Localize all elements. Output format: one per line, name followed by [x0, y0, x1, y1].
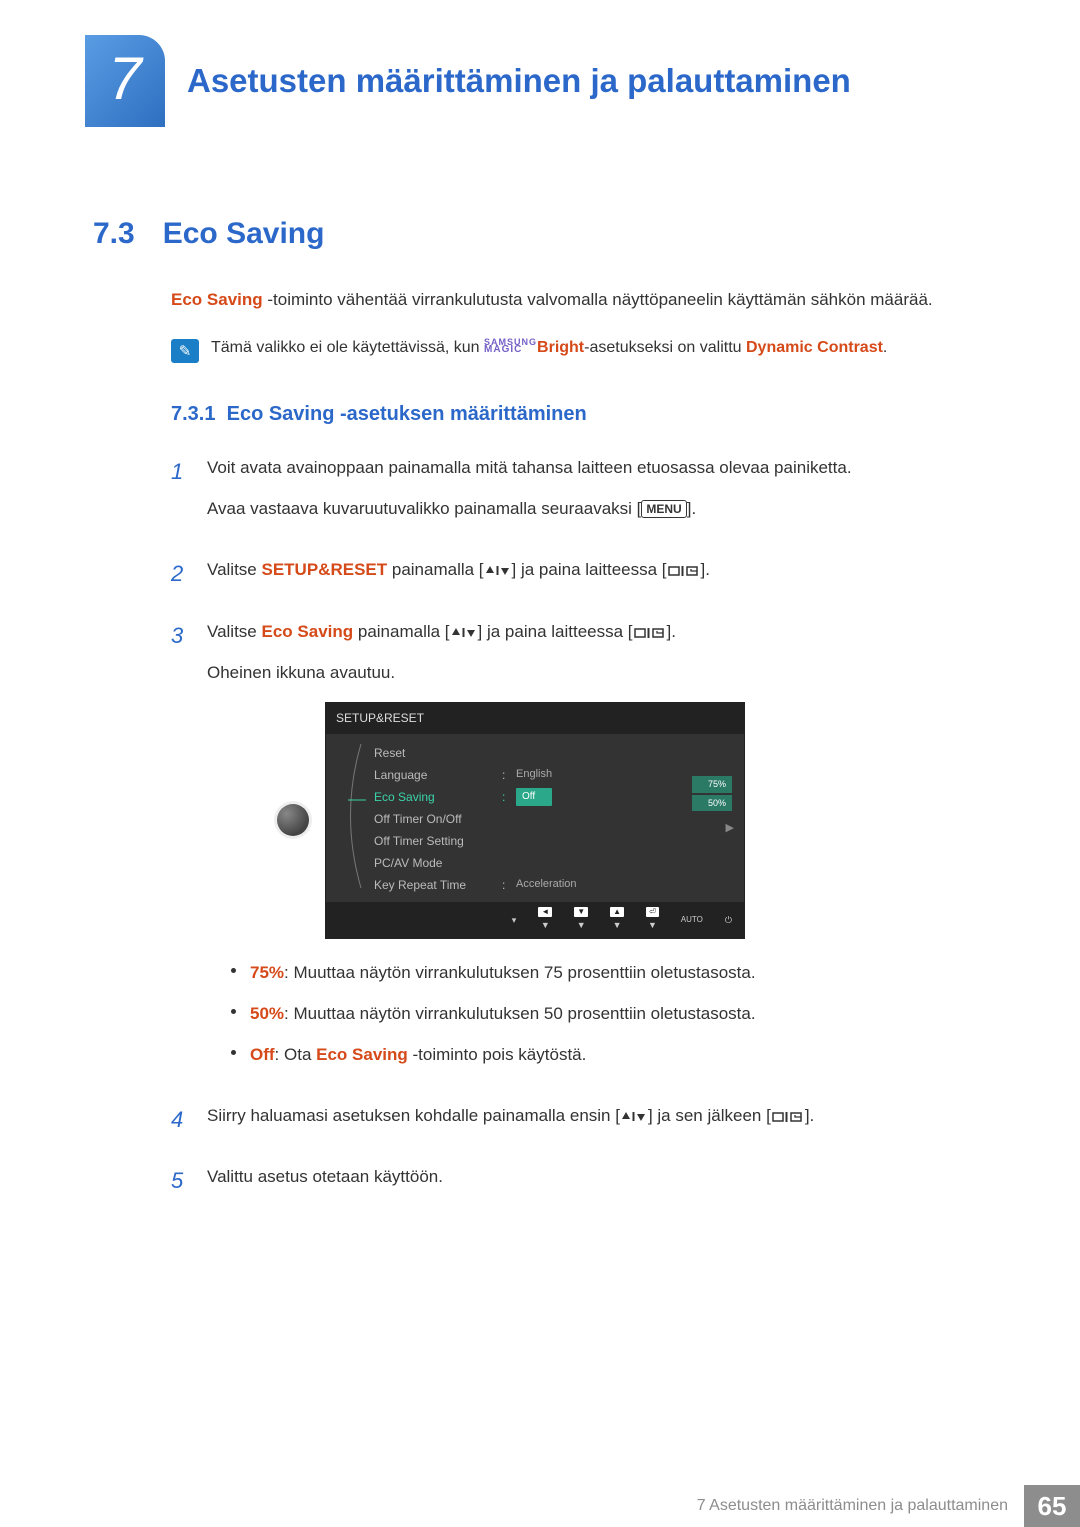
intro-rest: -toiminto vähentää virrankulutusta valvo… — [263, 290, 933, 309]
note-text: Tämä valikko ei ole käytettävissä, kun S… — [211, 339, 887, 363]
step-3: 3 Valitse Eco Saving painamalla [] ja pa… — [171, 618, 995, 1083]
step-list: 1 Voit avata avainoppaan painamalla mitä… — [171, 454, 995, 1204]
step-number-4: 4 — [171, 1102, 185, 1143]
osd-row-pcav: PC/AV Mode — [374, 852, 734, 874]
samsung-magic-label: SAMSUNGMAGIC — [484, 339, 537, 354]
osd-row-reset: Reset — [374, 742, 734, 764]
step-3-text: Valitse Eco Saving painamalla [] ja pain… — [207, 618, 995, 645]
osd-tag-75: 75% — [692, 776, 732, 792]
chapter-title: Asetusten määrittäminen ja palauttaminen — [187, 62, 851, 100]
step-number-2: 2 — [171, 556, 185, 597]
osd-foot-btn-left: ◄▼ — [538, 907, 552, 932]
up-down-icon — [450, 622, 478, 641]
osd-row-eco-saving: Eco Saving:Off — [374, 786, 734, 808]
note-icon: ✎ — [171, 339, 199, 363]
step-5-text: Valittu asetus otetaan käyttöön. — [207, 1163, 995, 1190]
section-number: 7.3 — [93, 217, 135, 250]
source-enter-icon — [771, 1106, 805, 1125]
step-4-text: Siirry haluamasi asetuksen kohdalle pain… — [207, 1102, 995, 1129]
source-enter-icon — [667, 560, 701, 579]
chapter-number-badge: 7 — [85, 35, 165, 127]
osd-tag-50: 50% — [692, 795, 732, 811]
intro-eco-saving: Eco Saving — [171, 290, 263, 309]
osd-window: SETUP&RESET 75% 50% — [325, 702, 745, 939]
subsection-heading: 7.3.1 Eco Saving -asetuksen määrittämine… — [171, 403, 995, 426]
option-bullets: 75%: Muuttaa näytön virrankulutuksen 75 … — [231, 959, 995, 1069]
step-2: 2 Valitse SETUP&RESET painamalla [] ja p… — [171, 556, 995, 597]
step-number-5: 5 — [171, 1163, 185, 1204]
note-block: ✎ Tämä valikko ei ole käytettävissä, kun… — [171, 339, 995, 363]
step-2-text: Valitse SETUP&RESET painamalla [] ja pai… — [207, 556, 995, 583]
osd-option-tags: 75% 50% — [692, 776, 732, 811]
subsection-title: Eco Saving -asetuksen määrittäminen — [227, 403, 587, 425]
subsection-number: 7.3.1 — [171, 403, 215, 425]
osd-screenshot: SETUP&RESET 75% 50% — [277, 702, 995, 939]
osd-foot-btn-up: ▲▼ — [610, 907, 624, 932]
step-5: 5 Valittu asetus otetaan käyttöön. — [171, 1163, 995, 1204]
jog-knob-icon — [277, 804, 309, 836]
page-footer: 7 Asetusten määrittäminen ja palauttamin… — [697, 1485, 1080, 1527]
osd-foot-left-icon: ▾ — [512, 913, 517, 927]
source-enter-icon — [633, 622, 667, 641]
bullet-75: 75%: Muuttaa näytön virrankulutuksen 75 … — [231, 959, 995, 986]
note-mid: -asetukseksi on valittu — [584, 339, 746, 356]
osd-arc-decoration — [336, 740, 366, 890]
bullet-off: Off: Ota Eco Saving -toiminto pois käytö… — [231, 1041, 995, 1068]
osd-foot-btn-enter: ⏎▼ — [646, 907, 659, 932]
note-bright: Bright — [537, 339, 584, 356]
osd-foot-power-icon: ⏻ — [725, 913, 732, 927]
step-number-1: 1 — [171, 454, 185, 536]
osd-row-off-timer-setting: Off Timer Setting — [374, 830, 734, 852]
osd-foot-btn-down: ▼▼ — [574, 907, 588, 932]
setup-reset-label: SETUP&RESET — [262, 560, 388, 579]
note-dynamic-contrast: Dynamic Contrast — [746, 339, 883, 356]
page-number: 65 — [1024, 1485, 1080, 1527]
eco-saving-label: Eco Saving — [262, 622, 354, 641]
osd-title: SETUP&RESET — [326, 703, 744, 734]
osd-foot-auto: AUTO — [681, 914, 703, 927]
step-1-line-1: Voit avata avainoppaan painamalla mitä t… — [207, 454, 995, 481]
menu-button-label: MENU — [641, 500, 686, 518]
bullet-50: 50%: Muuttaa näytön virrankulutuksen 50 … — [231, 1000, 995, 1027]
section-title: Eco Saving — [163, 217, 325, 250]
step-4: 4 Siirry haluamasi asetuksen kohdalle pa… — [171, 1102, 995, 1143]
note-pre: Tämä valikko ei ole käytettävissä, kun — [211, 339, 484, 356]
footer-chapter-ref: 7 Asetusten määrittäminen ja palauttamin… — [697, 1497, 1008, 1515]
osd-row-key-repeat: Key Repeat Time:Acceleration — [374, 874, 734, 896]
page-header: 7 Asetusten määrittäminen ja palauttamin… — [85, 35, 995, 127]
osd-row-language: Language:English — [374, 764, 734, 786]
step-1-line-2: Avaa vastaava kuvaruutuvalikko painamall… — [207, 495, 995, 522]
section-intro: Eco Saving -toiminto vähentää virrankulu… — [171, 289, 995, 311]
step-1: 1 Voit avata avainoppaan painamalla mitä… — [171, 454, 995, 536]
step-3-followup: Oheinen ikkuna avautuu. — [207, 659, 995, 686]
osd-arrow-right-icon: ▶ — [726, 820, 734, 838]
step-number-3: 3 — [171, 618, 185, 1083]
osd-row-off-timer-onoff: Off Timer On/Off — [374, 808, 734, 830]
section-heading: 7.3 Eco Saving — [93, 217, 995, 251]
up-down-icon — [620, 1106, 648, 1125]
osd-footer: ▾ ◄▼ ▼▼ ▲▼ ⏎▼ AUTO ⏻ — [326, 902, 744, 937]
up-down-icon — [484, 560, 512, 579]
note-end: . — [883, 339, 887, 356]
osd-off-chip: Off — [516, 788, 552, 806]
